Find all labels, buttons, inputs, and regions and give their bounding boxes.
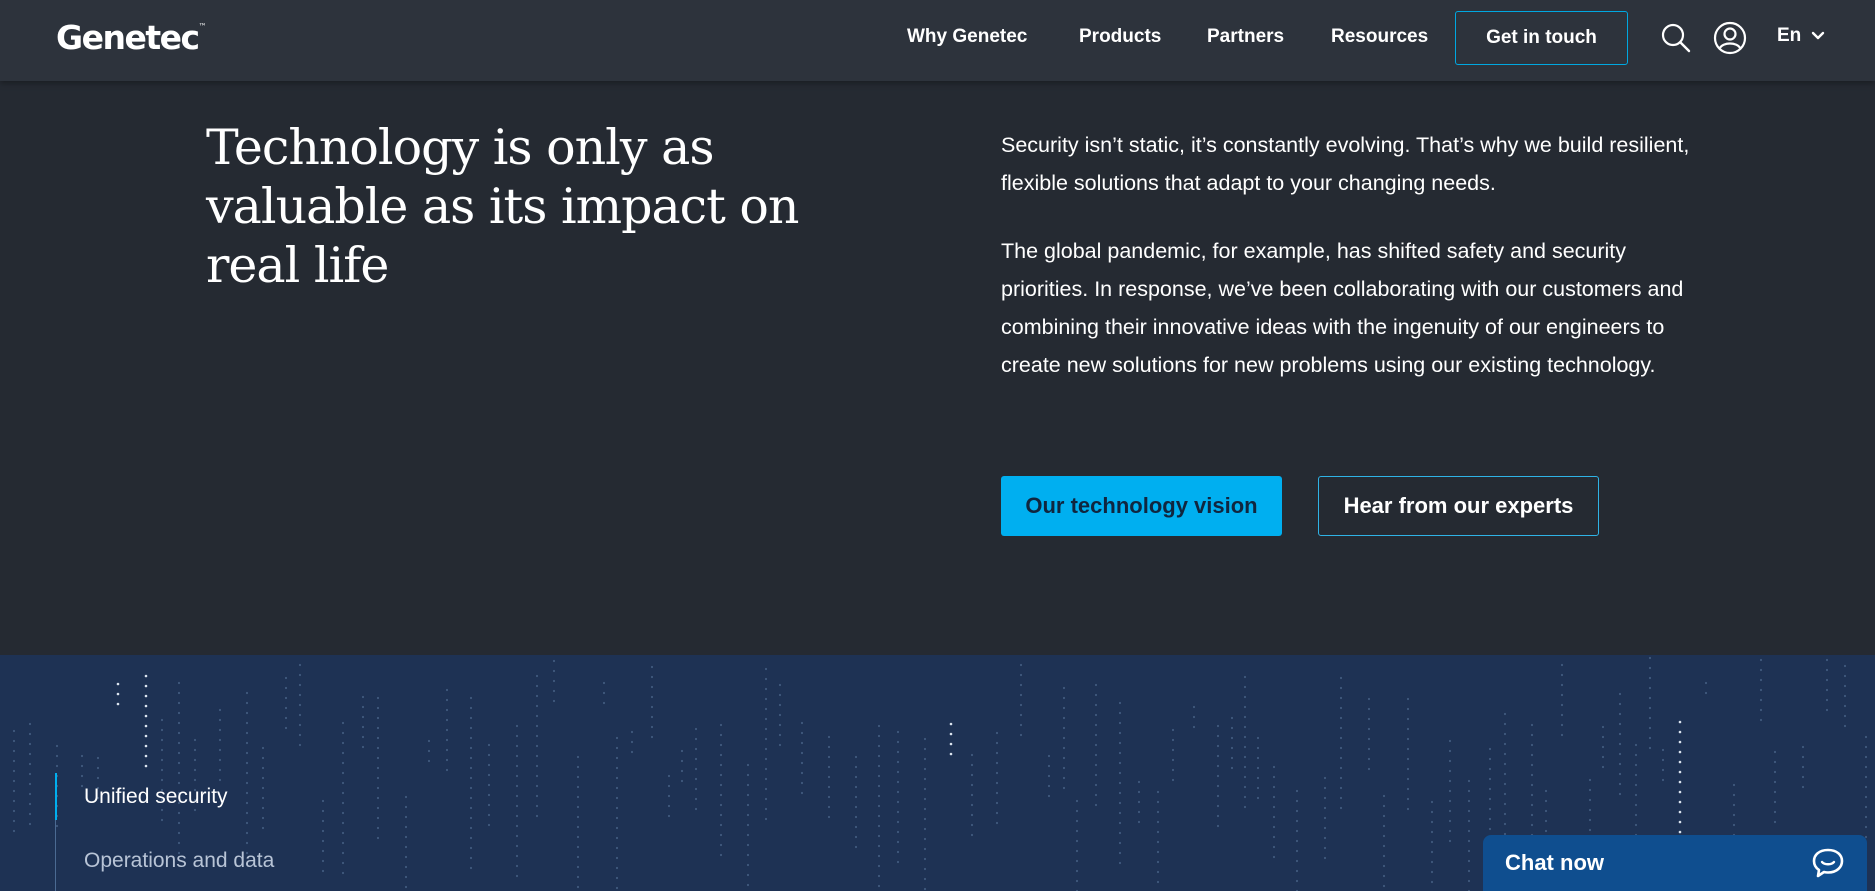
- nav-why-genetec[interactable]: Why Genetec: [907, 26, 1027, 48]
- nav-products[interactable]: Products: [1079, 26, 1161, 48]
- user-icon[interactable]: [1713, 21, 1747, 60]
- hear-from-experts-button[interactable]: Hear from our experts: [1318, 476, 1599, 536]
- language-label: En: [1777, 25, 1802, 46]
- chat-now-widget[interactable]: Chat now: [1483, 835, 1867, 891]
- side-nav-unified-security[interactable]: Unified security: [84, 785, 228, 809]
- logo-text: Genetec: [56, 18, 200, 57]
- hero-title: Technology is only as valuable as its im…: [206, 119, 799, 294]
- genetec-logo[interactable]: Genetec™: [56, 18, 207, 57]
- nav-resources[interactable]: Resources: [1331, 26, 1428, 48]
- side-nav-active-indicator: [55, 773, 57, 820]
- side-nav-operations-data[interactable]: Operations and data: [84, 849, 274, 873]
- logo-trademark: ™: [198, 22, 207, 31]
- hero-paragraph-2: The global pandemic, for example, has sh…: [1001, 239, 1684, 377]
- nav-partners[interactable]: Partners: [1207, 26, 1284, 48]
- search-icon[interactable]: [1660, 22, 1692, 59]
- hero-paragraph-1: Security isn’t static, it’s constantly e…: [1001, 133, 1690, 195]
- chevron-down-icon: [1812, 31, 1825, 40]
- hero-copy: Security isn’t static, it’s constantly e…: [1001, 126, 1691, 384]
- technology-vision-button[interactable]: Our technology vision: [1001, 476, 1282, 536]
- get-in-touch-button[interactable]: Get in touch: [1455, 11, 1628, 65]
- language-selector[interactable]: En: [1777, 25, 1825, 47]
- chat-now-label: Chat now: [1505, 850, 1604, 875]
- site-header: Genetec™ Why Genetec Products Partners R…: [0, 0, 1875, 81]
- side-nav-rail: [55, 773, 57, 891]
- chat-bubble-icon: [1812, 848, 1844, 878]
